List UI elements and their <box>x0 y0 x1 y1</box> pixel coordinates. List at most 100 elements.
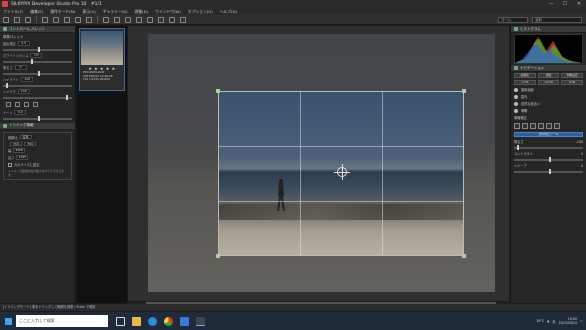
develop-icon[interactable] <box>125 16 131 23</box>
compare-view-icon[interactable] <box>25 16 31 23</box>
menu-file[interactable]: ファイル(F) <box>3 9 23 15</box>
edge-icon[interactable] <box>148 316 157 326</box>
brightness-slider[interactable] <box>3 71 72 76</box>
slider-value[interactable]: 0 <box>581 152 583 156</box>
print-icon[interactable] <box>147 16 153 23</box>
crop-center-icon[interactable] <box>334 164 350 180</box>
crop-handle-top-right[interactable] <box>462 89 466 93</box>
gradient-icon[interactable] <box>522 123 528 129</box>
histogram-header[interactable]: ヒストグラム <box>511 26 586 33</box>
maximize-button[interactable]: ☐ <box>558 1 572 7</box>
brush-icon[interactable] <box>514 123 520 129</box>
straighten-icon[interactable] <box>75 16 81 23</box>
redo-icon[interactable] <box>114 16 120 23</box>
menu-gallery[interactable]: ギャラリー(G) <box>103 9 128 15</box>
crop-handle-bottom-right[interactable] <box>462 254 466 258</box>
info-icon[interactable] <box>169 16 175 23</box>
highlight-value[interactable]: -100 <box>20 77 33 82</box>
clock[interactable]: 15:00 2023/03/15 <box>559 317 577 326</box>
white-balance-value[interactable]: 1/3 <box>30 53 43 58</box>
settings-icon[interactable] <box>158 16 164 23</box>
option-item[interactable]: 露光 <box>511 93 586 100</box>
exposure-value[interactable]: 0.0 <box>17 41 30 46</box>
tone-preset-icon[interactable] <box>24 102 29 107</box>
spot-removal-icon[interactable] <box>86 16 92 23</box>
silkypix-icon[interactable] <box>196 316 205 326</box>
tone-preset-icon[interactable] <box>15 102 20 107</box>
rotate-right-icon[interactable] <box>53 16 59 23</box>
radial-icon[interactable] <box>530 123 536 129</box>
slider-value[interactable]: -100 <box>576 140 583 144</box>
close-button[interactable]: ✕ <box>572 1 586 7</box>
crop-frame[interactable] <box>218 91 464 256</box>
task-view-icon[interactable] <box>116 316 125 326</box>
eraser-icon[interactable] <box>538 123 544 129</box>
auto-button[interactable]: 自動 <box>537 73 560 78</box>
slider-value[interactable]: 0 <box>581 164 583 168</box>
ev-value[interactable]: +0.00 <box>537 80 560 85</box>
menu-edit[interactable]: 編集(E) <box>30 9 43 15</box>
trim-aspect-value[interactable]: 任意 <box>19 134 32 140</box>
tone-preset-icon[interactable] <box>6 102 11 107</box>
brightness-value[interactable]: 0 <box>14 65 27 70</box>
taskbar-search[interactable]: ここに入力して検索 <box>16 315 108 327</box>
weather-text[interactable]: 19°C <box>536 319 544 323</box>
crop-handle-top-left[interactable] <box>216 89 220 93</box>
single-view-icon[interactable] <box>14 16 20 23</box>
trim-x-field[interactable]: 704 <box>10 141 22 146</box>
menu-window[interactable]: ウインドウ(W) <box>155 9 181 15</box>
sharpness-slider[interactable] <box>514 169 583 174</box>
notification-icon[interactable]: ▭ <box>580 319 583 323</box>
menu-help[interactable]: ヘルプ(H) <box>220 9 237 15</box>
zoom-field[interactable]: ズーム <box>498 16 528 23</box>
develop-settings-button[interactable]: 現像設定 <box>561 73 584 78</box>
tone-value[interactable]: 0.0 <box>14 110 27 115</box>
crop-handle-bottom-left[interactable] <box>216 254 220 258</box>
photos-icon[interactable] <box>180 316 189 326</box>
section-develop[interactable]: 現像パレット <box>0 33 75 40</box>
mask-icon[interactable] <box>546 123 552 129</box>
reset-button[interactable]: 初期化 <box>514 73 536 78</box>
trim-header[interactable]: トリミング情報 <box>0 122 75 130</box>
white-balance-slider[interactable] <box>3 59 72 64</box>
trim-width-field[interactable]: 4356 <box>13 148 26 153</box>
menu-mode[interactable]: 操作モード(M) <box>50 9 75 15</box>
trim-lock-checkbox[interactable] <box>8 162 12 167</box>
tone-preset-icon[interactable] <box>33 102 38 107</box>
contrast-slider[interactable] <box>514 157 583 162</box>
thumbnail-card[interactable]: ★ ★ ★ ★ ★ P1010465.RW2 2023/02/10 14:46:… <box>79 28 125 91</box>
ev-value[interactable]: -2.33 <box>514 80 536 85</box>
ime-indicator[interactable]: あ <box>552 319 555 324</box>
tone-header[interactable]: 明暗補正 <box>511 114 586 121</box>
explorer-icon[interactable] <box>132 316 141 326</box>
menu-view[interactable]: 表示(V) <box>83 9 96 15</box>
network-icon[interactable]: ▲ <box>547 319 549 323</box>
tone-slider[interactable] <box>3 116 72 121</box>
preview-image[interactable] <box>148 34 495 292</box>
ev-value[interactable]: 0.00 <box>561 80 584 85</box>
option-item[interactable]: 自然な色合い <box>511 100 586 107</box>
start-button[interactable] <box>0 312 16 330</box>
shadow-slider[interactable] <box>3 95 72 100</box>
export-icon[interactable] <box>136 16 142 23</box>
grid-view-icon[interactable] <box>3 16 9 23</box>
wand-icon[interactable] <box>554 123 560 129</box>
minimize-button[interactable]: — <box>544 1 558 7</box>
histogram-icon[interactable] <box>180 16 186 23</box>
option-item[interactable]: 撮影画面 <box>511 86 586 93</box>
partial-correction-button[interactable]: 部分補正ツール <box>514 132 583 137</box>
trim-height-field[interactable]: 3195 <box>16 155 29 160</box>
trim-y-field[interactable]: 704 <box>24 141 36 146</box>
brightness-slider[interactable] <box>514 145 583 150</box>
menu-option[interactable]: オプション(O) <box>188 9 213 15</box>
thumbnail-image[interactable] <box>81 31 123 65</box>
navigation-header[interactable]: ナビゲーション <box>511 65 586 72</box>
crop-icon[interactable] <box>64 16 70 23</box>
undo-icon[interactable] <box>103 16 109 23</box>
search-input[interactable]: 名前 <box>532 16 582 23</box>
menu-develop[interactable]: 現像(D) <box>135 9 148 15</box>
shadow-value[interactable]: 100 <box>17 89 30 94</box>
exposure-slider[interactable] <box>3 47 72 52</box>
option-item[interactable]: 明瞭 <box>511 107 586 114</box>
chrome-icon[interactable] <box>164 316 173 326</box>
